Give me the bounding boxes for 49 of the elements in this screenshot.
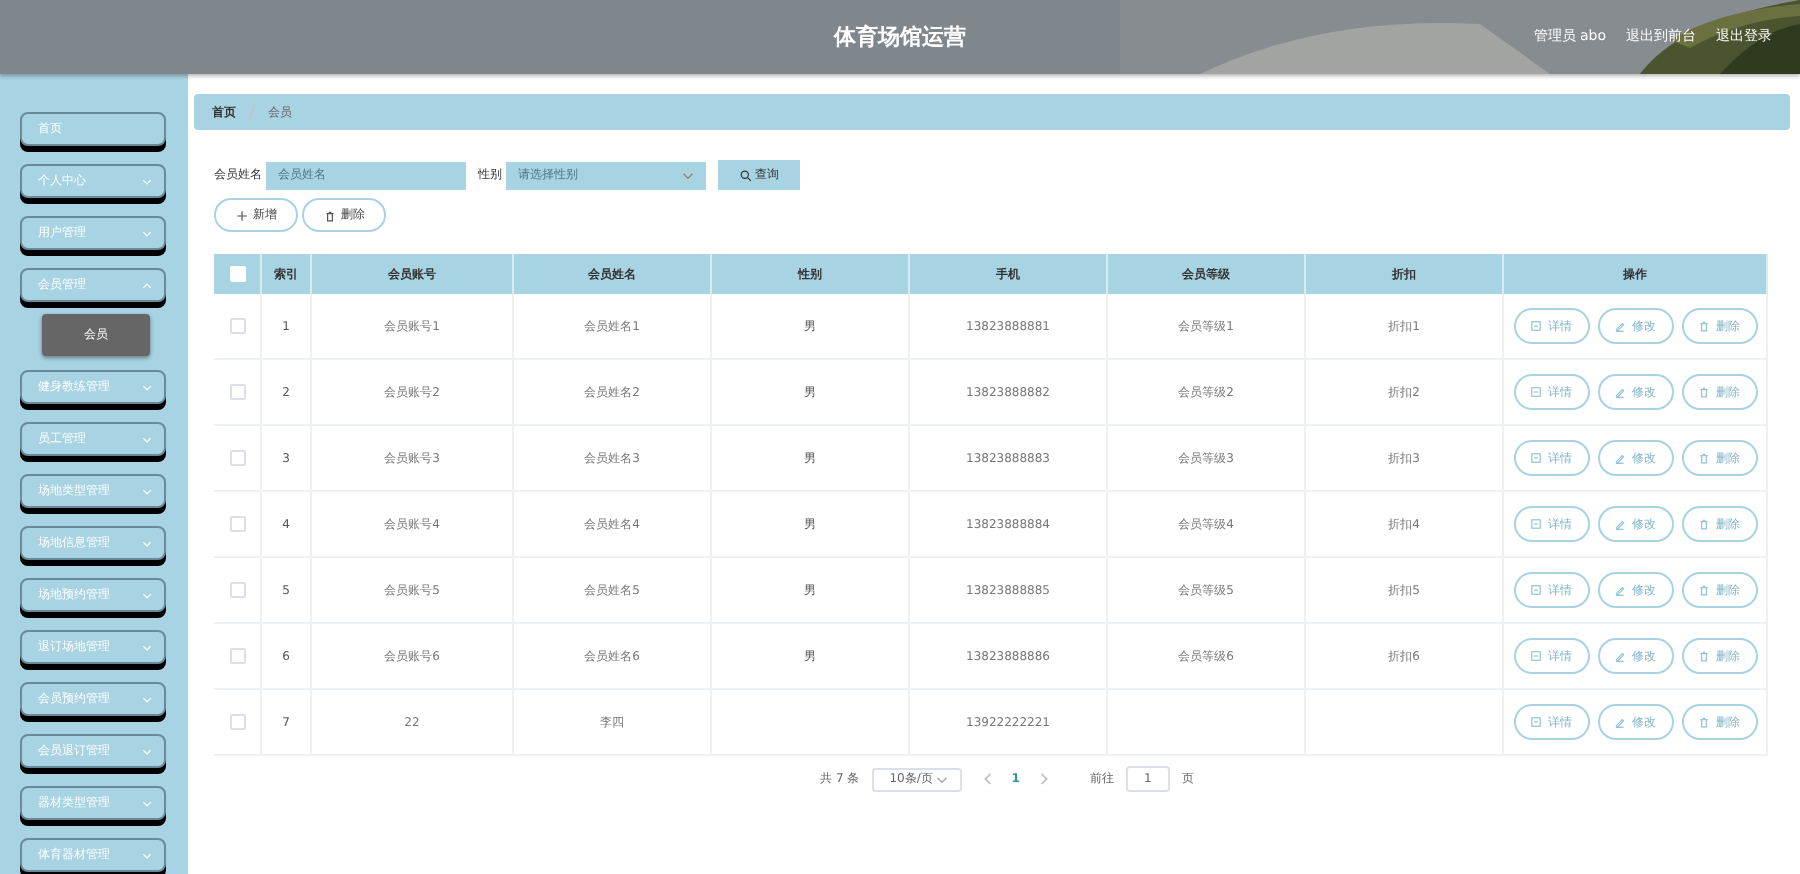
trash-icon bbox=[1698, 518, 1710, 530]
prev-page-icon[interactable] bbox=[981, 772, 992, 786]
pencil-icon bbox=[1614, 386, 1626, 398]
trash-icon bbox=[1698, 386, 1710, 398]
checkbox[interactable] bbox=[229, 318, 245, 334]
chevron-icon bbox=[142, 799, 152, 807]
trash-icon bbox=[1698, 452, 1710, 464]
pencil-icon bbox=[1614, 716, 1626, 728]
trash-icon bbox=[1698, 320, 1710, 332]
chevron-icon bbox=[142, 435, 152, 443]
pencil-icon bbox=[1614, 650, 1626, 662]
chevron-icon bbox=[142, 229, 152, 237]
document-icon bbox=[1530, 452, 1542, 464]
chevron-icon bbox=[142, 747, 152, 755]
app-title: 体育场馆运营 bbox=[834, 22, 966, 52]
trash-icon bbox=[1698, 716, 1710, 728]
document-icon bbox=[1530, 650, 1542, 662]
chevron-icon bbox=[142, 383, 152, 391]
document-icon bbox=[1530, 716, 1542, 728]
chevron-icon bbox=[142, 851, 152, 859]
pencil-icon bbox=[1614, 320, 1626, 332]
chevron-icon bbox=[142, 281, 152, 289]
checkbox[interactable] bbox=[229, 516, 245, 532]
checkbox[interactable] bbox=[229, 714, 245, 730]
document-icon bbox=[1530, 518, 1542, 530]
search-icon bbox=[739, 169, 751, 181]
chevron-icon bbox=[142, 539, 152, 547]
checkbox[interactable] bbox=[229, 648, 245, 664]
checkbox[interactable] bbox=[229, 582, 245, 598]
chevron-icon bbox=[142, 695, 152, 703]
plus-icon bbox=[235, 209, 247, 221]
trash-icon bbox=[323, 209, 335, 221]
chevron-icon bbox=[142, 487, 152, 495]
next-page-icon[interactable] bbox=[1039, 772, 1050, 786]
pencil-icon bbox=[1614, 452, 1626, 464]
pencil-icon bbox=[1614, 518, 1626, 530]
document-icon bbox=[1530, 320, 1542, 332]
caret-icon bbox=[935, 775, 948, 783]
trash-icon bbox=[1698, 650, 1710, 662]
trash-icon bbox=[1698, 584, 1710, 596]
checkbox[interactable] bbox=[229, 450, 245, 466]
document-icon bbox=[1530, 386, 1542, 398]
chevron-icon bbox=[142, 591, 152, 599]
document-icon bbox=[1530, 584, 1542, 596]
pencil-icon bbox=[1614, 584, 1626, 596]
chevron-icon bbox=[142, 643, 152, 651]
checkbox[interactable] bbox=[229, 384, 245, 400]
chevron-icon bbox=[142, 177, 152, 185]
caret-icon bbox=[682, 171, 694, 179]
